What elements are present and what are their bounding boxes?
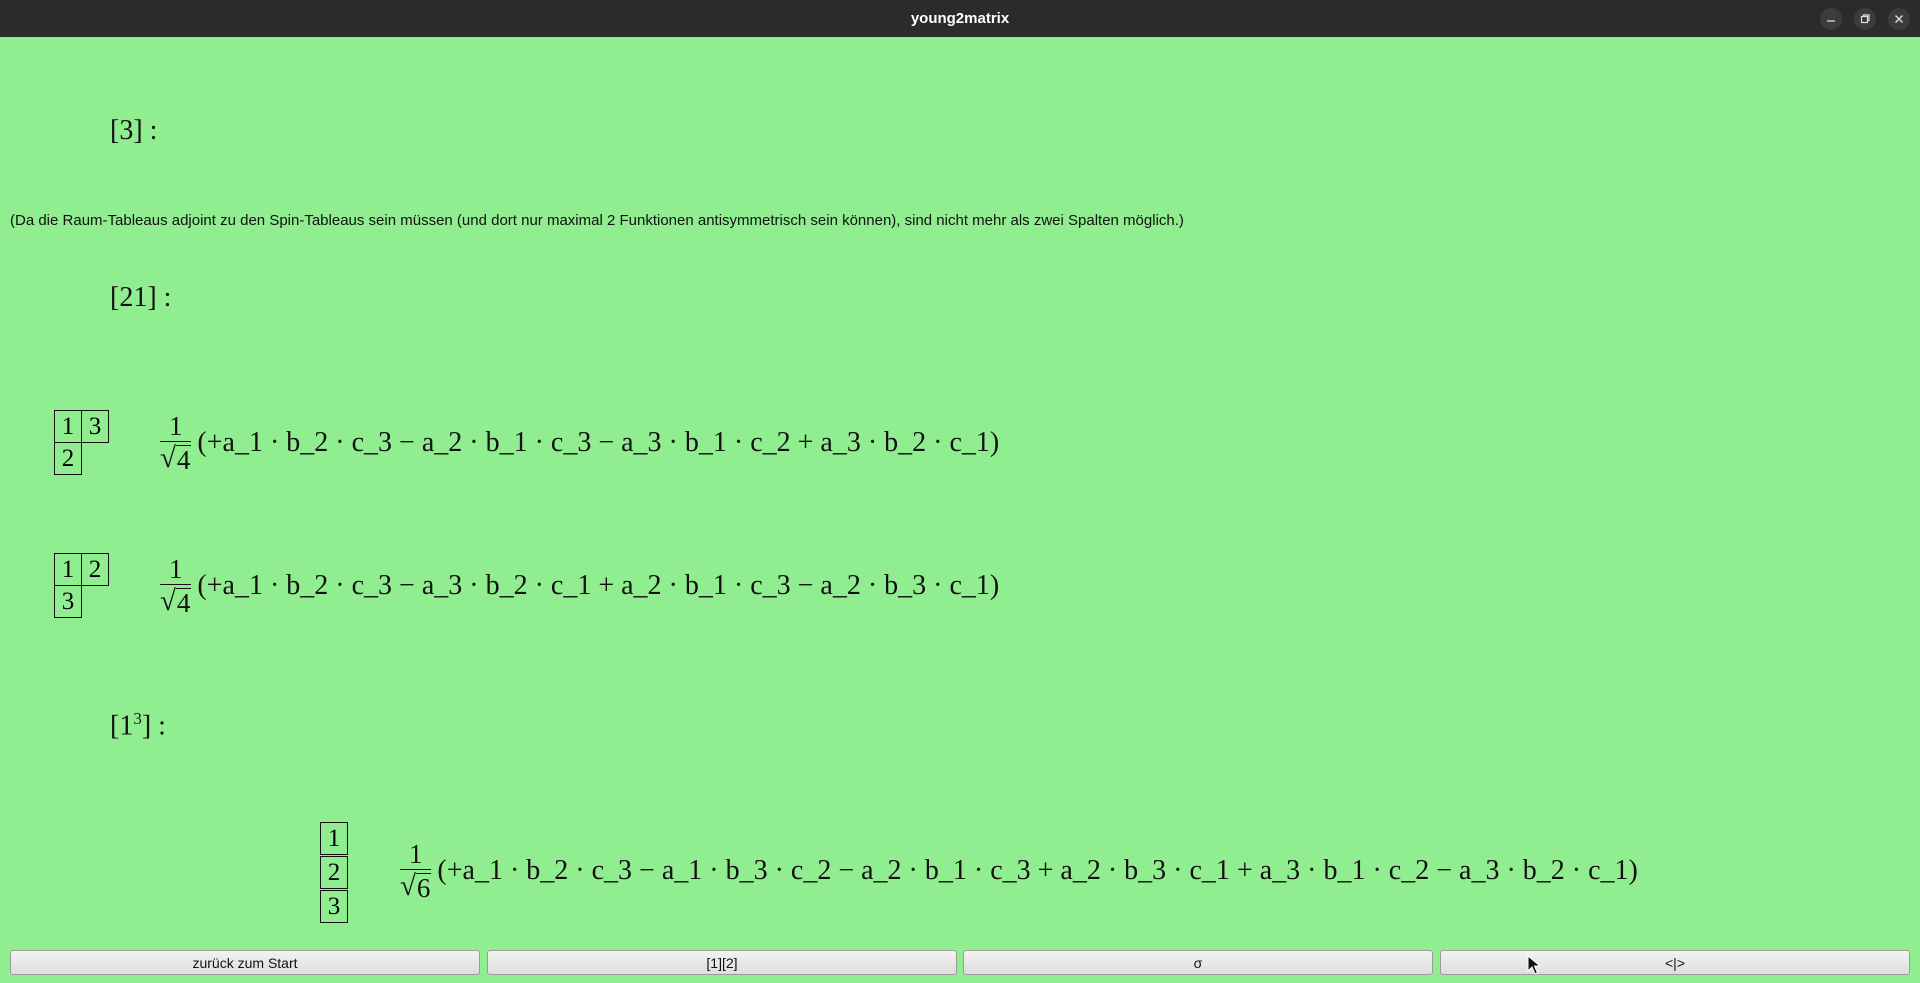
maximize-button[interactable]: [1854, 8, 1876, 30]
fraction-denominator: √ 4: [160, 585, 192, 619]
minimize-button[interactable]: [1820, 8, 1842, 30]
heading-partition-21: [21] :: [110, 282, 172, 313]
tableau-cell: 2: [54, 442, 82, 475]
wavefunction-formula: 1 √ 4 (+a_1 · b_2 · c_3 − a_2 · b_1 · c_3…: [160, 411, 999, 474]
back-to-start-button[interactable]: zurück zum Start: [10, 950, 480, 975]
normalization-fraction: 1 √ 6: [400, 839, 432, 904]
fraction-numerator: 1: [168, 411, 183, 441]
wavefunction-formula: 1 √ 4 (+a_1 · b_2 · c_3 − a_3 · b_2 · c_1…: [160, 554, 999, 617]
tableau-content-area: [3] : (Da die Raum-Tableaus adjoint zu d…: [0, 37, 1920, 942]
braket-button[interactable]: <|>: [1440, 950, 1910, 975]
heading-tail: ] :: [141, 710, 166, 742]
wavefunction-formula: 1 √ 6 (+a_1 · b_2 · c_3 − a_1 · b_3 · c_2…: [400, 839, 1638, 902]
heading-partition-3: [3] :: [110, 115, 158, 146]
antisymmetrized-sum: (+a_1 · b_2 · c_3 − a_1 · b_3 · c_2 − a_…: [437, 854, 1638, 886]
tableau-cell: 2: [81, 553, 109, 586]
heading-partition-111: [13] :: [110, 709, 166, 742]
close-button[interactable]: [1888, 8, 1910, 30]
tableau-cell: 1: [54, 553, 82, 586]
close-icon: [1895, 15, 1903, 23]
permutation-button[interactable]: [1][2]: [487, 950, 957, 975]
sqrt-icon: √: [400, 870, 416, 903]
sqrt-icon: √: [160, 442, 176, 475]
normalization-fraction: 1 √ 4: [160, 554, 192, 619]
window-titlebar: young2matrix: [0, 0, 1920, 37]
fraction-denominator: √ 6: [400, 870, 432, 904]
fraction-numerator: 1: [408, 839, 423, 869]
tableau-cell: 1: [320, 822, 348, 855]
radicand: 4: [175, 588, 192, 619]
minimize-icon: [1827, 20, 1835, 22]
sqrt-icon: √: [160, 585, 176, 618]
fraction-denominator: √ 4: [160, 442, 192, 476]
bottom-button-bar: zurück zum Start [1][2] σ <|>: [0, 942, 1920, 983]
window-title: young2matrix: [910, 10, 1010, 27]
maximize-icon: [1860, 14, 1870, 24]
normalization-fraction: 1 √ 4: [160, 411, 192, 476]
sigma-button[interactable]: σ: [963, 950, 1433, 975]
antisymmetrized-sum: (+a_1 · b_2 · c_3 − a_2 · b_1 · c_3 − a_…: [197, 426, 1000, 458]
tableau-cell: 1: [54, 410, 82, 443]
antisymmetrized-sum: (+a_1 · b_2 · c_3 − a_3 · b_2 · c_1 + a_…: [197, 569, 1000, 601]
heading-base: [1: [110, 710, 134, 742]
fraction-numerator: 1: [168, 554, 183, 584]
tableau-cell: 3: [81, 410, 109, 443]
radicand: 6: [415, 873, 432, 904]
mouse-pointer-icon: [1527, 955, 1541, 975]
explanation-note: (Da die Raum-Tableaus adjoint zu den Spi…: [10, 212, 1184, 229]
tableau-cell: 2: [320, 856, 348, 889]
heading-exponent: 3: [133, 709, 142, 728]
tableau-cell: 3: [54, 585, 82, 618]
window-controls: [1820, 8, 1910, 30]
radicand: 4: [175, 445, 192, 476]
tableau-cell: 3: [320, 890, 348, 923]
